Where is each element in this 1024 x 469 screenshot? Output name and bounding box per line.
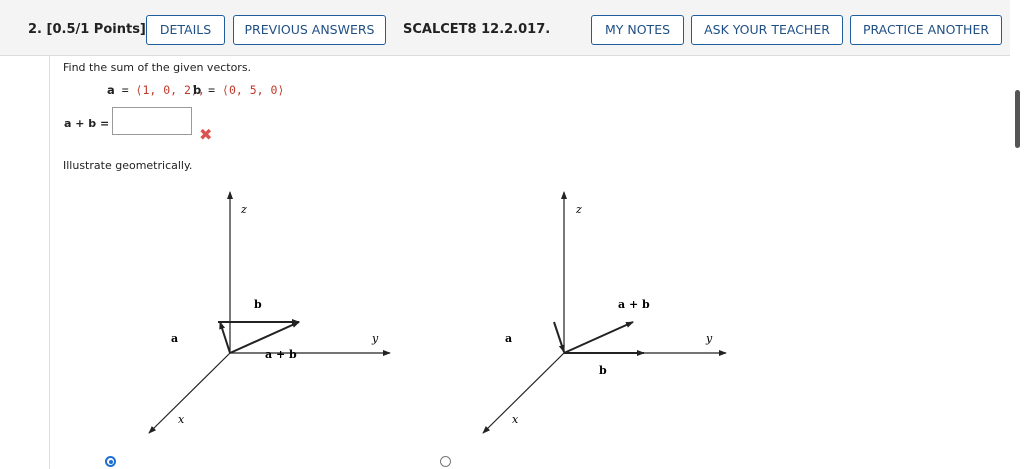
y-label: y <box>705 332 713 345</box>
b-label: b <box>254 298 262 311</box>
sum-label: a + b <box>265 348 297 361</box>
x-label: x <box>178 413 185 426</box>
x-axis <box>148 352 231 434</box>
vector-a-arrow <box>219 321 231 354</box>
diagram-option-2: z y x a b a + b <box>482 191 727 434</box>
z-label: z <box>240 203 247 216</box>
diagram-1-radio[interactable] <box>105 456 116 467</box>
vector-a-arrow <box>553 321 565 353</box>
b-label: b <box>599 364 607 377</box>
diagrams-canvas: z y x a b a + b z y x a b a + b <box>148 191 727 434</box>
scrollbar-thumb[interactable] <box>1015 90 1020 148</box>
y-label: y <box>371 332 379 345</box>
x-axis <box>482 352 565 434</box>
sum-label: a + b <box>618 298 650 311</box>
vector-sum-arrow <box>563 321 634 354</box>
diagram-option-1: z y x a b a + b <box>148 191 391 434</box>
a-label: a <box>171 332 178 345</box>
z-label: z <box>575 203 582 216</box>
a-label: a <box>505 332 512 345</box>
diagram-2-radio[interactable] <box>440 456 451 467</box>
x-label: x <box>512 413 519 426</box>
